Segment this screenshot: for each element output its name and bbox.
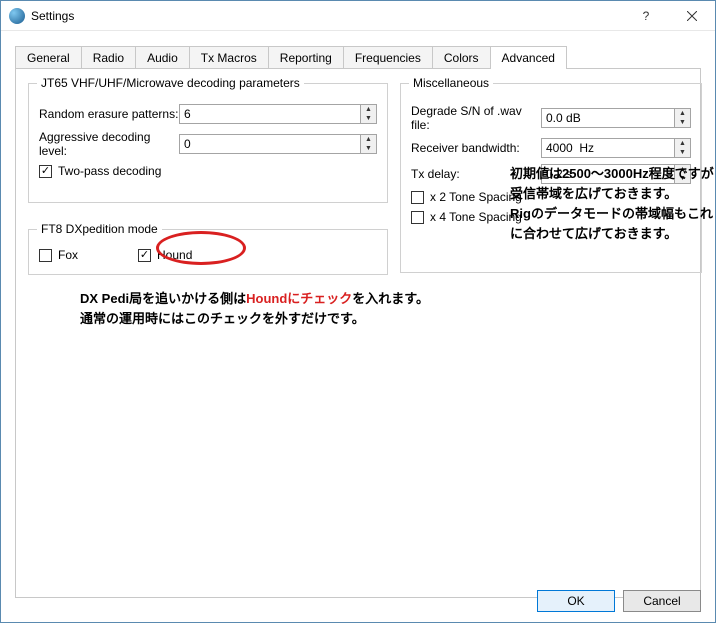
tab-radio[interactable]: Radio [81, 46, 136, 69]
degrade-label: Degrade S/N of .wav file: [411, 104, 541, 132]
group-jt65-legend: JT65 VHF/UHF/Microwave decoding paramete… [37, 76, 304, 90]
spin-down-icon[interactable]: ▼ [675, 148, 690, 157]
random-erasure-label: Random erasure patterns: [39, 107, 179, 121]
spin-down-icon[interactable]: ▼ [361, 114, 376, 123]
tab-advanced[interactable]: Advanced [490, 46, 567, 69]
checkbox-icon: ✓ [39, 165, 52, 178]
spin-up-icon[interactable]: ▲ [675, 109, 690, 118]
tab-panel-advanced: JT65 VHF/UHF/Microwave decoding paramete… [15, 68, 701, 598]
spin-up-icon[interactable]: ▲ [675, 139, 690, 148]
hound-checkbox[interactable]: ✓ Hound [138, 248, 192, 262]
fox-checkbox[interactable]: Fox [39, 248, 78, 262]
help-button[interactable]: ? [623, 1, 669, 31]
ok-button[interactable]: OK [537, 590, 615, 612]
checkbox-icon: ✓ [138, 249, 151, 262]
x2tone-label: x 2 Tone Spacing [430, 190, 522, 204]
random-erasure-input[interactable] [180, 105, 360, 123]
close-button[interactable] [669, 1, 715, 31]
group-ft8: FT8 DXpedition mode Fox ✓ Hound [28, 229, 388, 275]
tab-reporting[interactable]: Reporting [268, 46, 344, 69]
tab-txmacros[interactable]: Tx Macros [189, 46, 269, 69]
spin-up-icon[interactable]: ▲ [361, 105, 376, 114]
checkbox-icon [411, 191, 424, 204]
rxbw-input[interactable] [542, 139, 674, 157]
group-jt65: JT65 VHF/UHF/Microwave decoding paramete… [28, 83, 388, 203]
rxbw-spinner[interactable]: ▲▼ [541, 138, 691, 158]
aggressive-spinner[interactable]: ▲▼ [179, 134, 377, 154]
twopass-label: Two-pass decoding [58, 164, 161, 178]
annotation-text-rxbw: 初期値は2500〜3000Hz程度ですが受信帯域を広げておきます。 Rigのデー… [510, 164, 716, 244]
tab-general[interactable]: General [15, 46, 82, 69]
rxbw-label: Receiver bandwidth: [411, 141, 541, 155]
x4tone-label: x 4 Tone Spacing [430, 210, 522, 224]
tab-colors[interactable]: Colors [432, 46, 491, 69]
degrade-input[interactable] [542, 109, 674, 127]
aggressive-input[interactable] [180, 135, 360, 153]
random-erasure-spinner[interactable]: ▲▼ [179, 104, 377, 124]
group-ft8-legend: FT8 DXpedition mode [37, 222, 162, 236]
tab-frequencies[interactable]: Frequencies [343, 46, 433, 69]
spin-up-icon[interactable]: ▲ [361, 135, 376, 144]
tab-audio[interactable]: Audio [135, 46, 190, 69]
annotation-text-main: DX Pedi局を追いかける側はHoundにチェックを入れます。 通常の運用時に… [80, 289, 580, 329]
group-misc-legend: Miscellaneous [409, 76, 493, 90]
spin-down-icon[interactable]: ▼ [361, 144, 376, 153]
degrade-spinner[interactable]: ▲▼ [541, 108, 691, 128]
app-icon [9, 8, 25, 24]
window-title: Settings [31, 9, 623, 23]
hound-label: Hound [157, 248, 192, 262]
checkbox-icon [411, 211, 424, 224]
cancel-button[interactable]: Cancel [623, 590, 701, 612]
checkbox-icon [39, 249, 52, 262]
fox-label: Fox [58, 248, 78, 262]
aggressive-label: Aggressive decoding level: [39, 130, 179, 158]
spin-down-icon[interactable]: ▼ [675, 118, 690, 127]
twopass-checkbox[interactable]: ✓ Two-pass decoding [39, 164, 377, 178]
